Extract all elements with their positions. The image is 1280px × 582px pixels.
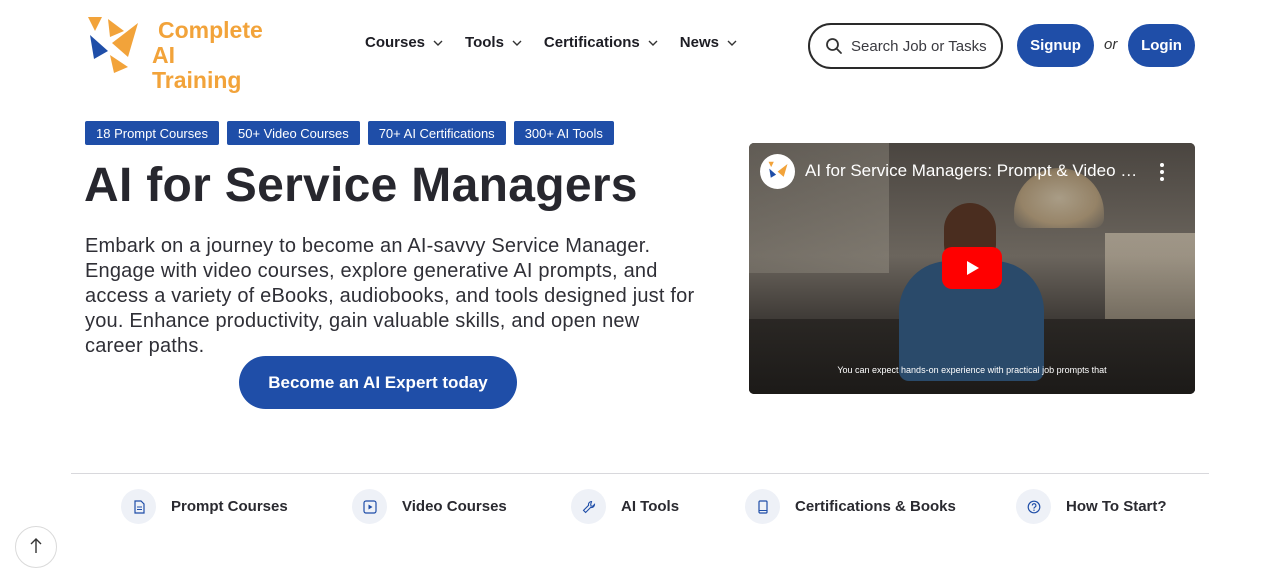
channel-avatar[interactable] [760,154,795,189]
video-player[interactable]: AI for Service Managers: Prompt & Video … [749,143,1195,394]
tag-ai-tools: 300+ AI Tools [513,121,614,145]
category-label: Prompt Courses [171,498,288,515]
category-ai-tools[interactable]: AI Tools [571,489,679,524]
category-label: AI Tools [621,498,680,515]
category-nav: Prompt Courses Video Courses AI Tools Ce… [0,489,1280,527]
chevron-down-icon [512,38,522,48]
nav-item-tools[interactable]: Tools [465,34,522,51]
logo-mark-icon [84,15,142,73]
category-certifications-books[interactable]: Certifications & Books [745,489,956,524]
chevron-down-icon [648,38,658,48]
or-separator: or [1104,36,1118,53]
wrench-icon [571,489,606,524]
play-button[interactable] [942,247,1002,289]
category-prompt-courses[interactable]: Prompt Courses [121,489,288,524]
category-how-to-start[interactable]: How To Start? [1016,489,1167,524]
nav-item-label: Courses [365,34,426,51]
arrow-up-icon [29,536,43,559]
nav-item-label: News [679,34,719,51]
question-circle-icon [1016,489,1051,524]
nav-item-certifications[interactable]: Certifications [544,34,658,51]
nav-item-label: Certifications [543,34,640,51]
book-icon [745,489,780,524]
search-icon [825,37,843,55]
search-input[interactable]: Search Job or Tasks [808,23,1003,69]
become-expert-button[interactable]: Become an AI Expert today [239,356,517,409]
nav-item-news[interactable]: News [680,34,737,51]
signup-button[interactable]: Signup [1017,24,1094,67]
nav-item-label: Tools [465,34,504,51]
nav-item-courses[interactable]: Courses [365,34,443,51]
video-caption: You can expect hands-on experience with … [837,365,1107,375]
play-square-icon [352,489,387,524]
tag-ai-certifications: 70+ AI Certifications [367,121,506,145]
chevron-down-icon [727,38,737,48]
more-options-icon[interactable] [1155,161,1169,183]
category-label: Certifications & Books [795,498,956,515]
divider [71,473,1209,474]
hero-description: Embark on a journey to become an AI-savv… [85,235,695,357]
video-title[interactable]: AI for Service Managers: Prompt & Video … [805,161,1145,181]
site-header: Complete AI Training Courses Tools Certi… [0,0,1280,93]
search-placeholder: Search Job or Tasks [851,37,987,55]
main-nav: Courses Tools Certifications News [365,34,759,51]
document-icon [121,489,156,524]
brand-logo[interactable]: Complete AI Training [84,14,264,93]
brand-line-2: AI Training [152,42,242,93]
stats-tags: 18 Prompt Courses 50+ Video Courses 70+ … [85,121,614,145]
tag-prompt-courses: 18 Prompt Courses [85,121,219,145]
tag-video-courses: 50+ Video Courses [227,121,360,145]
category-label: How To Start? [1066,498,1167,515]
login-button[interactable]: Login [1128,24,1195,67]
chevron-down-icon [433,38,443,48]
category-label: Video Courses [402,498,507,515]
category-video-courses[interactable]: Video Courses [352,489,507,524]
scroll-to-top-button[interactable] [15,526,57,568]
brand-wordmark: Complete AI Training [152,18,264,93]
brand-line-1: Complete [158,17,263,43]
page-title: AI for Service Managers [84,159,638,212]
